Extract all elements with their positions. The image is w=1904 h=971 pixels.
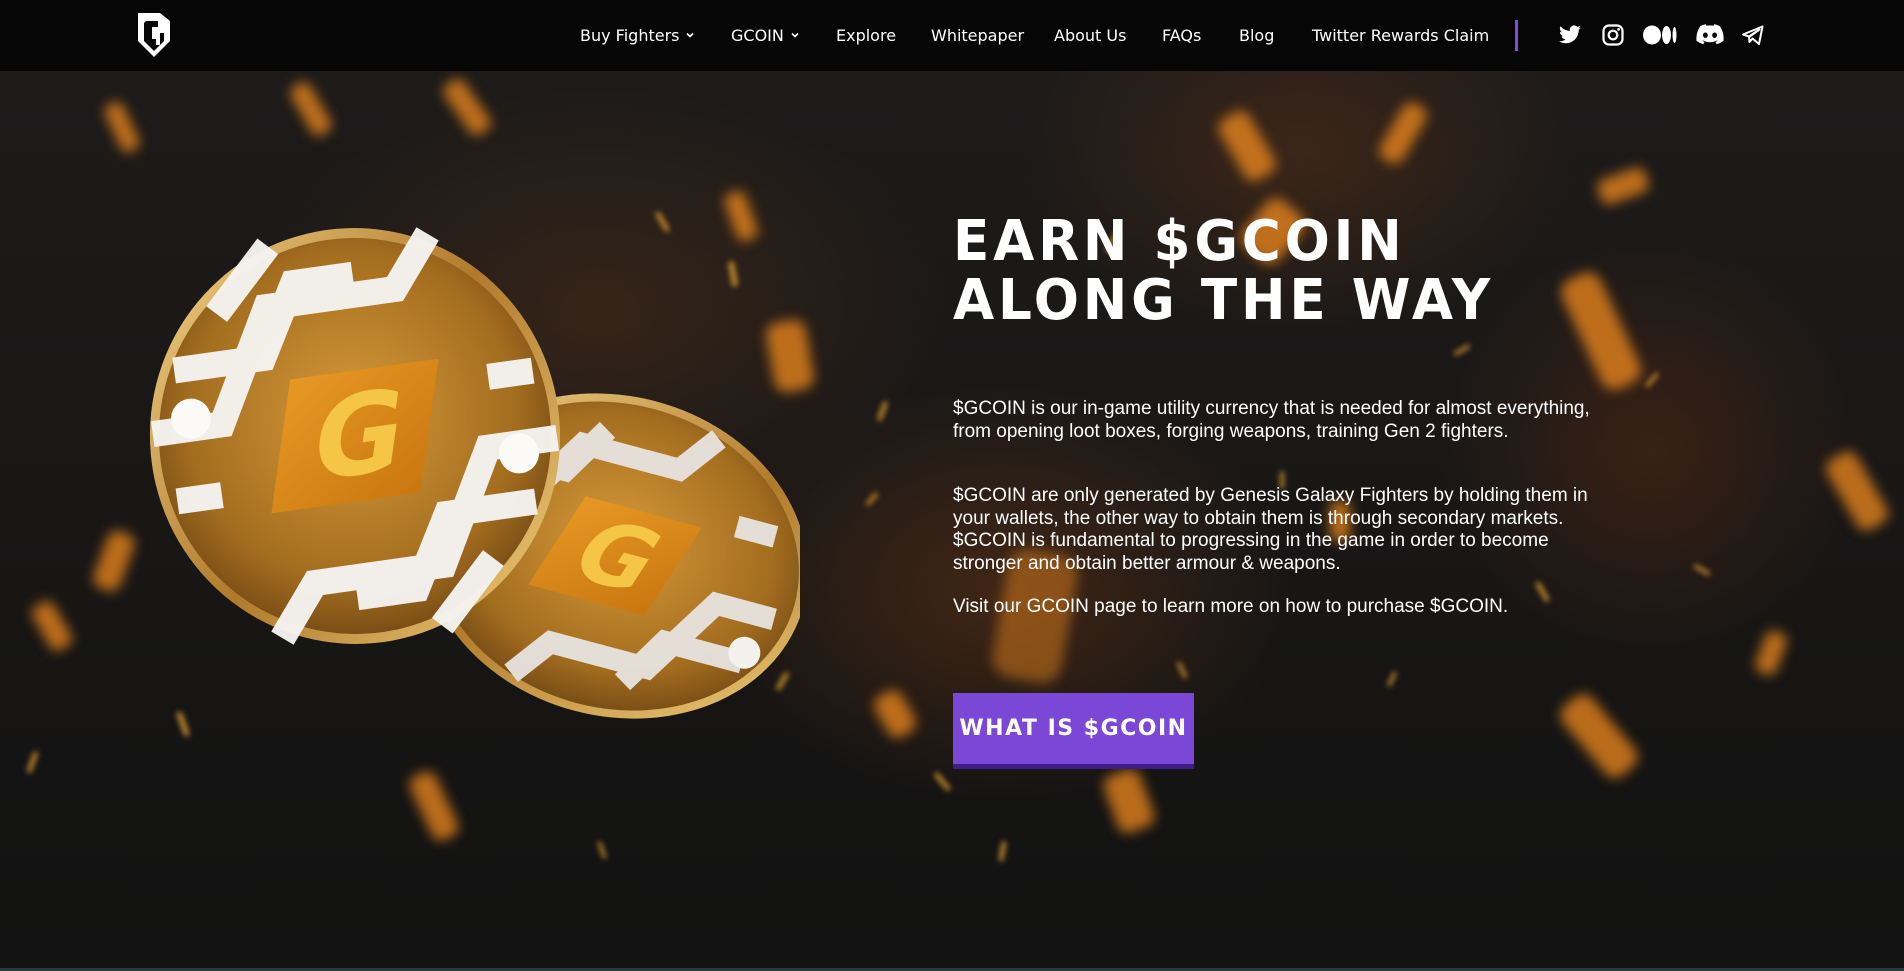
nav-item-faqs[interactable]: FAQs — [1162, 25, 1201, 47]
nav-label-buy-fighters: Buy Fighters — [580, 26, 680, 45]
nav-item-whitepaper[interactable]: Whitepaper — [931, 25, 1024, 47]
medium-icon[interactable] — [1642, 23, 1678, 47]
hero-headline-line-1: EARN $GCOIN — [953, 209, 1406, 274]
nav-item-blog[interactable]: Blog — [1239, 25, 1274, 47]
hero-headline: EARN $GCOIN ALONG THE WAY — [953, 212, 1618, 330]
what-is-gcoin-button[interactable]: WHAT IS $GCOIN — [953, 693, 1194, 769]
hero-paragraph-3: Visit our GCOIN page to learn more on ho… — [953, 596, 1509, 617]
twitter-icon[interactable] — [1557, 23, 1583, 47]
nav-item-gcoin[interactable]: GCOIN — [731, 25, 800, 47]
top-navigation-bar: Buy Fighters GCOIN Explore Whitepaper Ab… — [0, 0, 1904, 71]
hero-section: G G EARN $GCOIN ALONG THE WAY $GCOIN is … — [0, 71, 1904, 971]
nav-label-gcoin: GCOIN — [731, 26, 784, 45]
chevron-down-icon — [791, 32, 799, 38]
nav-divider — [1515, 20, 1518, 51]
discord-icon[interactable] — [1696, 23, 1724, 47]
nav-item-buy-fighters[interactable]: Buy Fighters — [580, 25, 695, 47]
nav-item-twitter-rewards-claim[interactable]: Twitter Rewards Claim — [1312, 25, 1489, 47]
hero-paragraph-2: $GCOIN are only generated by Genesis Gal… — [953, 485, 1588, 574]
nav-item-explore[interactable]: Explore — [836, 25, 896, 47]
nav-item-about-us[interactable]: About Us — [1054, 25, 1126, 47]
telegram-icon[interactable] — [1740, 23, 1766, 47]
main-nav: Buy Fighters GCOIN Explore Whitepaper Ab… — [0, 0, 1904, 71]
chevron-down-icon — [686, 32, 695, 38]
hero-paragraph-1: $GCOIN is our in-game utility currency t… — [953, 398, 1590, 442]
gcoin-illustration: G G — [149, 227, 800, 719]
instagram-icon[interactable] — [1600, 23, 1626, 47]
hero-headline-line-2: ALONG THE WAY — [953, 268, 1495, 333]
